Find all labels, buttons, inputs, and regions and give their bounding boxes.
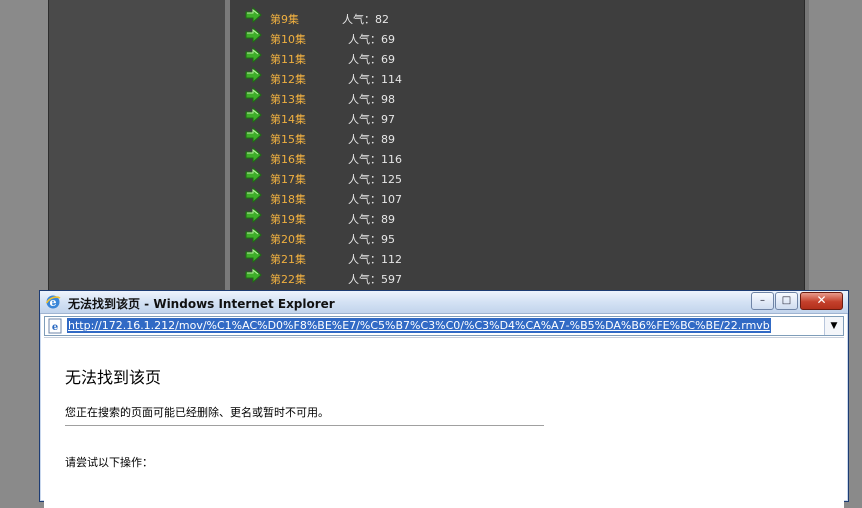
divider xyxy=(65,425,544,426)
episode-popularity: 人气：116 xyxy=(348,153,402,166)
ie-logo-icon: e xyxy=(45,295,61,309)
episode-title[interactable]: 第17集 xyxy=(270,173,306,187)
episode-title[interactable]: 第16集 xyxy=(270,153,306,167)
episode-popularity: 人气：82 xyxy=(342,13,389,26)
episode-item[interactable]: 第9集 人气：82 xyxy=(244,7,644,30)
episode-item[interactable]: 第17集 人气：125 xyxy=(244,167,644,190)
green-arrow-icon xyxy=(245,167,262,183)
episode-title[interactable]: 第12集 xyxy=(270,73,306,87)
episode-title[interactable]: 第11集 xyxy=(270,53,306,67)
green-arrow-icon xyxy=(245,247,262,263)
window-title: 无法找到该页 - Windows Internet Explorer xyxy=(68,297,335,311)
episode-item[interactable]: 第11集 人气：69 xyxy=(244,47,644,70)
green-arrow-icon xyxy=(245,107,262,123)
green-arrow-icon xyxy=(245,7,262,23)
episode-popularity: 人气：97 xyxy=(348,113,395,126)
episode-popularity: 人气：89 xyxy=(348,213,395,226)
episode-popularity: 人气：112 xyxy=(348,253,402,266)
episode-item[interactable]: 第10集 人气：69 xyxy=(244,27,644,50)
episode-title[interactable]: 第22集 xyxy=(270,273,306,287)
left-panel xyxy=(48,0,226,300)
episode-item[interactable]: 第12集 人气：114 xyxy=(244,67,644,90)
green-arrow-icon xyxy=(245,127,262,143)
episode-title[interactable]: 第14集 xyxy=(270,113,306,127)
episode-item[interactable]: 第21集 人气：112 xyxy=(244,247,644,270)
episode-title[interactable]: 第19集 xyxy=(270,213,306,227)
green-arrow-icon xyxy=(245,207,262,223)
page-content: 无法找到该页 您正在搜索的页面可能已经删除、更名或暂时不可用。 请尝试以下操作： xyxy=(44,337,844,508)
episode-popularity: 人气：89 xyxy=(348,133,395,146)
episode-item[interactable]: 第16集 人气：116 xyxy=(244,147,644,170)
episode-title[interactable]: 第13集 xyxy=(270,93,306,107)
episode-item[interactable]: 第14集 人气：97 xyxy=(244,107,644,130)
episode-title[interactable]: 第20集 xyxy=(270,233,306,247)
episode-item[interactable]: 第13集 人气：98 xyxy=(244,87,644,110)
episode-title[interactable]: 第9集 xyxy=(270,13,299,27)
url-text[interactable]: http://172.16.1.212/mov/%C1%AC%D0%F8%BE%… xyxy=(67,318,771,333)
green-arrow-icon xyxy=(245,67,262,83)
episode-popularity: 人气：114 xyxy=(348,73,402,86)
green-arrow-icon xyxy=(245,227,262,243)
episode-item[interactable]: 第22集 人气：597 xyxy=(244,267,644,290)
url-dropdown-button[interactable]: ▼ xyxy=(824,317,843,335)
episode-title[interactable]: 第18集 xyxy=(270,193,306,207)
episode-item[interactable]: 第20集 人气：95 xyxy=(244,227,644,250)
green-arrow-icon xyxy=(245,27,262,43)
episode-popularity: 人气：597 xyxy=(348,273,402,286)
episode-item[interactable]: 第15集 人气：89 xyxy=(244,127,644,150)
green-arrow-icon xyxy=(245,47,262,63)
episode-popularity: 人气：95 xyxy=(348,233,395,246)
episode-item[interactable]: 第19集 人气：89 xyxy=(244,207,644,230)
green-arrow-icon xyxy=(245,87,262,103)
episode-popularity: 人气：69 xyxy=(348,33,395,46)
episode-title[interactable]: 第10集 xyxy=(270,33,306,47)
episode-popularity: 人气：107 xyxy=(348,193,402,206)
try-heading: 请尝试以下操作： xyxy=(65,456,153,469)
titlebar[interactable]: e 无法找到该页 - Windows Internet Explorer – □… xyxy=(40,291,848,314)
green-arrow-icon xyxy=(245,267,262,283)
page-icon: e xyxy=(48,318,62,334)
episode-title[interactable]: 第21集 xyxy=(270,253,306,267)
ie-window[interactable]: e 无法找到该页 - Windows Internet Explorer – □… xyxy=(39,290,849,508)
svg-text:e: e xyxy=(52,322,58,333)
episode-item[interactable]: 第18集 人气：107 xyxy=(244,187,644,210)
error-heading: 无法找到该页 xyxy=(65,368,162,387)
close-button[interactable]: ✕ xyxy=(800,292,843,310)
green-arrow-icon xyxy=(245,187,262,203)
episode-popularity: 人气：69 xyxy=(348,53,395,66)
minimize-button[interactable]: – xyxy=(751,292,774,310)
right-strip xyxy=(805,0,809,300)
restore-button[interactable]: □ xyxy=(775,292,798,310)
green-arrow-icon xyxy=(245,147,262,163)
error-description: 您正在搜索的页面可能已经删除、更名或暂时不可用。 xyxy=(65,406,329,419)
address-bar[interactable]: e http://172.16.1.212/mov/%C1%AC%D0%F8%B… xyxy=(44,316,844,336)
episode-title[interactable]: 第15集 xyxy=(270,133,306,147)
episode-popularity: 人气：125 xyxy=(348,173,402,186)
episode-popularity: 人气：98 xyxy=(348,93,395,106)
